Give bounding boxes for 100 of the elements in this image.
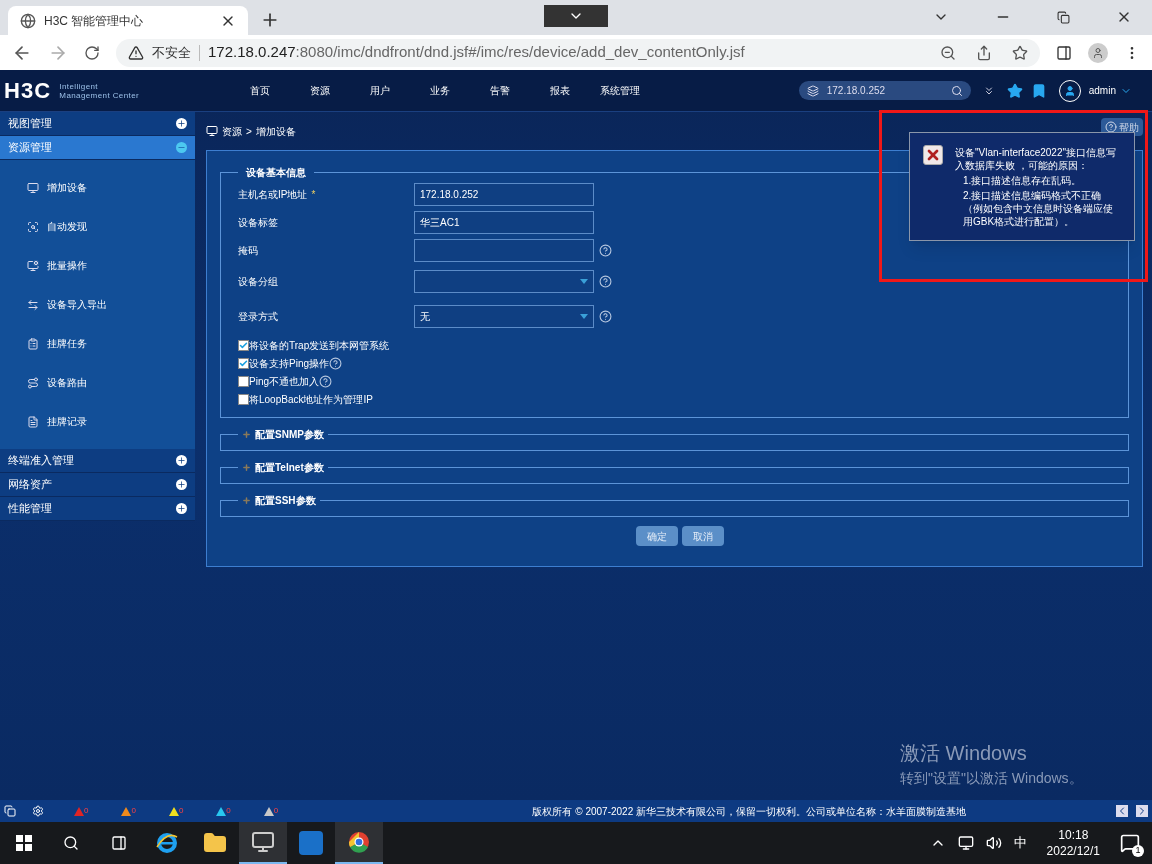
address-bar[interactable]: 不安全 172.18.0.247:8080/imc/dndfront/dnd.jsf#/imc/res/device/add_dev_contentOnly.jsf: [116, 38, 1040, 67]
alarm-count: 0: [226, 806, 231, 815]
group-title: 设备基本信息: [245, 166, 307, 180]
nav-item[interactable]: 业务: [410, 83, 470, 98]
help-icon[interactable]: [599, 275, 612, 288]
bookmark-star-icon[interactable]: [1012, 44, 1028, 61]
sidebar-item[interactable]: 网络资产: [0, 473, 195, 497]
help-icon[interactable]: [599, 310, 612, 323]
settings-icon[interactable]: [32, 805, 44, 817]
activation-title: 激活 Windows: [900, 741, 1028, 766]
submenu-item[interactable]: 批量操作: [0, 246, 195, 285]
input-field[interactable]: [414, 238, 594, 262]
alarm-count: 0: [131, 806, 136, 815]
alarm-icon[interactable]: [263, 806, 274, 816]
checkbox[interactable]: [238, 376, 249, 387]
windows-logo-icon[interactable]: [15, 835, 32, 851]
field-label: 主机名或IP地址 *: [238, 187, 317, 202]
help-icon: [1105, 121, 1117, 133]
zoom-icon[interactable]: [940, 44, 956, 61]
collapse-right-icon[interactable]: [1136, 805, 1148, 817]
globe-icon: [20, 12, 36, 29]
submenu-item[interactable]: 挂牌任务: [0, 324, 195, 363]
expand-icon: [176, 118, 187, 129]
help-icon[interactable]: [329, 357, 342, 370]
submenu-item[interactable]: 自动发现: [0, 207, 195, 246]
nav-item[interactable]: 资源: [290, 83, 350, 98]
search-field[interactable]: 172.18.0.252: [798, 81, 971, 100]
collapse-icon: [176, 142, 187, 153]
checkbox[interactable]: [238, 394, 249, 405]
restore-icon[interactable]: [1057, 10, 1070, 24]
plus-icon: [242, 463, 251, 472]
security-label: 不安全: [152, 43, 191, 62]
nav-item[interactable]: 系统管理: [590, 83, 650, 98]
chrome-logo-icon[interactable]: [348, 831, 370, 853]
profile-icon[interactable]: [1088, 42, 1108, 63]
checkbox[interactable]: [238, 358, 249, 369]
clipboard-icon: [27, 337, 39, 350]
nav-item[interactable]: 用户: [350, 83, 410, 98]
breadcrumb-separator: >: [246, 124, 252, 139]
input-field[interactable]: 华三AC1: [414, 210, 594, 234]
alarm-icon[interactable]: [168, 806, 179, 816]
checkbox-label: 将设备的Trap发送到本网管系统: [249, 339, 390, 353]
reload-icon[interactable]: [84, 44, 100, 61]
help-icon[interactable]: [319, 375, 332, 388]
help-icon[interactable]: [599, 243, 612, 257]
sidebar-item[interactable]: 视图管理: [0, 112, 195, 136]
route-icon: [27, 376, 39, 389]
sidebar-item[interactable]: 终端准入管理: [0, 449, 195, 473]
dropdown-field[interactable]: [414, 270, 594, 293]
checkbox-label: 将LoopBack地址作为管理IP: [249, 393, 373, 407]
app-window-icon[interactable]: [251, 830, 275, 854]
section-toggle[interactable]: 配置SNMP参数: [238, 427, 328, 442]
browser-logo-icon[interactable]: [155, 831, 179, 855]
copyright-text: 版权所有 © 2007-2022 新华三技术有限公司，保留一切权利。公司或单位名称：水羊面膜制造基地: [532, 804, 966, 819]
task-view-icon[interactable]: [111, 835, 127, 851]
field-label: 登录方式: [238, 310, 279, 324]
breadcrumb-current: 增加设备: [255, 124, 296, 139]
input-field[interactable]: 172.18.0.252: [414, 182, 594, 206]
arrows-icon: [27, 298, 39, 311]
share-icon[interactable]: [976, 44, 992, 61]
section-toggle[interactable]: 配置Telnet参数: [238, 460, 328, 475]
nav-item[interactable]: 告警: [470, 83, 530, 98]
checkbox[interactable]: [238, 340, 249, 351]
ime-indicator[interactable]: 中: [1013, 833, 1027, 853]
submenu-item[interactable]: 设备路由: [0, 363, 195, 402]
monitor-icon: [206, 125, 218, 137]
nav-item[interactable]: 报表: [530, 83, 590, 98]
breadcrumb-link[interactable]: 资源: [222, 123, 242, 139]
clock[interactable]: 10:18 2022/12/1: [1046, 827, 1100, 859]
monitor-gear-icon: [27, 259, 39, 272]
plus-icon: [242, 430, 251, 439]
device-type-icon[interactable]: [806, 84, 819, 97]
search-icon[interactable]: [63, 835, 79, 851]
browser-tab[interactable]: H3C 智能管理中心: [8, 6, 248, 35]
nav-item[interactable]: 首页: [230, 83, 290, 98]
dropdown-field[interactable]: 无: [414, 305, 594, 328]
alarm-icon[interactable]: [216, 806, 227, 816]
warning-icon: [128, 44, 144, 61]
collapse-left-icon[interactable]: [1116, 805, 1128, 817]
checkbox-label: Ping不通也加入: [249, 375, 319, 389]
submenu-item[interactable]: 增加设备: [0, 168, 195, 207]
alarm-icon[interactable]: [121, 806, 132, 816]
section-toggle[interactable]: 配置SSH参数: [238, 493, 320, 508]
alarm-count: 0: [273, 806, 279, 815]
checkbox-label: 设备支持Ping操作: [249, 357, 329, 371]
side-panel-icon[interactable]: [1056, 44, 1072, 61]
sidebar-item[interactable]: 资源管理: [0, 136, 195, 160]
error-x-icon: [923, 145, 943, 165]
submenu-item[interactable]: 挂牌记录: [0, 402, 195, 441]
logo-text: H3C: [4, 77, 52, 105]
sidebar-item[interactable]: 性能管理: [0, 497, 195, 521]
submenu-item[interactable]: 设备导入导出: [0, 285, 195, 324]
folder-icon[interactable]: [203, 831, 227, 855]
expand-icon: [176, 479, 187, 490]
expand-icon: [176, 503, 187, 514]
plus-icon: [242, 496, 251, 505]
star-icon[interactable]: [1006, 82, 1023, 99]
user-menu[interactable]: admin: [1088, 83, 1132, 98]
scan-search-icon: [27, 220, 39, 233]
logo-subtitle: Intelligent Management Center: [59, 81, 140, 100]
